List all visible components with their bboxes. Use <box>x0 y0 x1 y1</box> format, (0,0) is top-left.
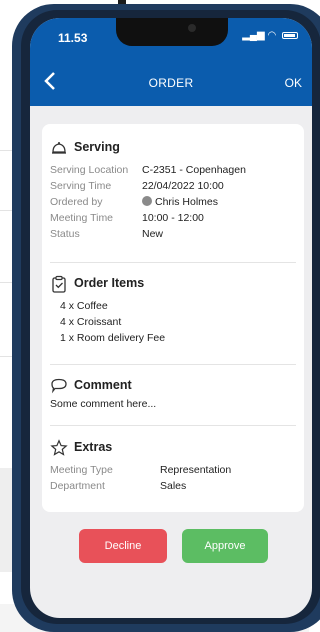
order-card: Serving Serving Location C-2351 - Copenh… <box>42 124 304 512</box>
approve-button[interactable]: Approve <box>182 529 268 563</box>
field-row: Status New <box>50 228 296 244</box>
camera-icon <box>188 24 196 32</box>
field-row: Meeting Type Representation <box>50 464 296 480</box>
field-value: 10:00 - 12:00 <box>142 212 204 224</box>
section-title: Order Items <box>74 276 145 290</box>
divider <box>50 425 296 426</box>
system-icons: ▂▄▆ ◠ <box>242 30 298 41</box>
bell-icon <box>52 142 66 154</box>
field-row: Department Sales <box>50 480 296 496</box>
page-title: ORDER <box>148 76 194 90</box>
order-item: 1 x Room delivery Fee <box>60 332 166 344</box>
notch <box>116 18 228 46</box>
field-row: Serving Location C-2351 - Copenhagen <box>50 164 296 180</box>
field-row: Ordered by Chris Holmes <box>50 196 296 212</box>
field-value: 22/04/2022 10:00 <box>142 180 224 192</box>
serving-section: Serving Serving Location C-2351 - Copenh… <box>50 138 296 244</box>
divider <box>50 364 296 365</box>
speech-bubble-icon <box>51 378 67 394</box>
comment-section: Comment Some comment here... <box>50 376 296 410</box>
field-value: Chris Holmes <box>142 196 218 208</box>
ok-button[interactable]: OK <box>285 76 302 90</box>
battery-icon <box>282 31 298 39</box>
phone-screen: 11.53 ▂▄▆ ◠ ORDER OK Serving Serving Loc… <box>30 18 312 618</box>
field-label: Serving Location <box>50 164 129 176</box>
divider <box>50 262 296 263</box>
order-item: 4 x Croissant <box>60 316 122 328</box>
field-label: Serving Time <box>50 180 112 192</box>
avatar <box>142 196 152 206</box>
status-value: New <box>142 228 164 240</box>
status-time: 11.53 <box>58 31 88 45</box>
wifi-icon: ◠ <box>267 30 277 41</box>
comment-text: Some comment here... <box>50 398 157 410</box>
order-items-header: Order Items <box>50 274 296 294</box>
extras-section: Extras Meeting Type Representation Depar… <box>50 438 296 496</box>
field-row: Meeting Time 10:00 - 12:00 <box>50 212 296 228</box>
order-item: 4 x Coffee <box>60 300 108 312</box>
nav-bar: ORDER OK <box>30 62 312 106</box>
section-title: Extras <box>74 440 113 454</box>
orderer-name: Chris Holmes <box>155 196 219 208</box>
order-items-section: Order Items 4 x Coffee 4 x Croissant 1 x… <box>50 274 296 348</box>
signal-icon: ▂▄▆ <box>242 30 265 41</box>
field-value: Sales <box>160 480 187 492</box>
field-label: Meeting Time <box>50 212 114 224</box>
status-bar: 11.53 ▂▄▆ ◠ <box>30 18 312 62</box>
decline-button[interactable]: Decline <box>79 529 167 563</box>
section-title: Comment <box>74 378 132 392</box>
field-label: Ordered by <box>50 196 103 208</box>
star-icon <box>50 439 68 456</box>
serving-header: Serving <box>50 138 296 158</box>
field-value: Representation <box>160 464 232 476</box>
field-row: Serving Time 22/04/2022 10:00 <box>50 180 296 196</box>
field-label: Department <box>50 480 105 492</box>
clipboard-check-icon <box>52 275 66 293</box>
extras-header: Extras <box>50 438 296 458</box>
field-label: Status <box>50 228 80 240</box>
comment-header: Comment <box>50 376 296 396</box>
field-label: Meeting Type <box>50 464 113 476</box>
field-value: C-2351 - Copenhagen <box>142 164 246 176</box>
section-title: Serving <box>74 140 120 154</box>
